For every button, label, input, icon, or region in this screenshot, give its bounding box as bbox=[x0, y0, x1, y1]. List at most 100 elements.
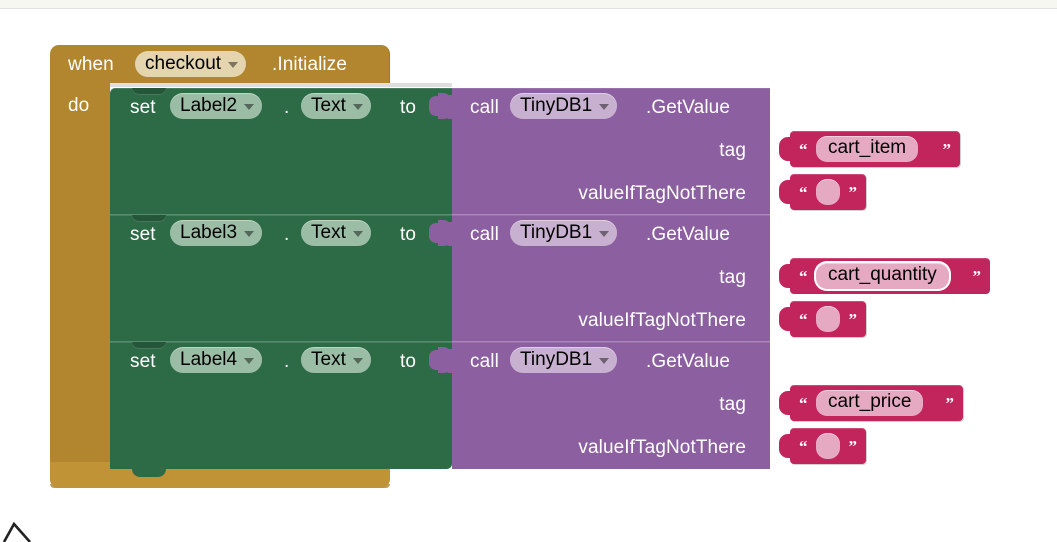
setter-block-row-1[interactable]: set Label3 . Text to bbox=[110, 215, 452, 342]
arg-socket-valueiftagnotthere[interactable] bbox=[747, 179, 770, 205]
call-block-row-1[interactable]: call TinyDB1 .GetValue tag valueIfTagNot… bbox=[442, 215, 770, 342]
setter-property-label: Text bbox=[311, 94, 346, 116]
event-block-mouth-shadow bbox=[110, 83, 452, 87]
setter-keyword-label: set bbox=[130, 351, 156, 372]
setter-to-label: to bbox=[400, 351, 417, 372]
setter-component-label: Label2 bbox=[180, 94, 238, 116]
setter-dot-label: . bbox=[284, 97, 290, 118]
block-left-plug bbox=[442, 349, 453, 373]
quote-open-glyph: “ bbox=[799, 437, 808, 456]
quote-open-glyph: “ bbox=[799, 267, 808, 286]
call-keyword-label: call bbox=[470, 351, 499, 372]
event-component-label: checkout bbox=[145, 52, 222, 74]
block-left-plug bbox=[779, 391, 791, 415]
event-block-header[interactable]: when checkout .Initialize bbox=[50, 45, 390, 83]
event-block-left-spine[interactable] bbox=[50, 75, 110, 470]
call-component-label: TinyDB1 bbox=[520, 221, 593, 243]
block-left-plug bbox=[779, 180, 791, 204]
text-block-default-2[interactable]: “ ” bbox=[779, 428, 866, 464]
call-method-label: .GetValue bbox=[646, 224, 730, 245]
text-value-field-default-2[interactable] bbox=[816, 433, 840, 459]
chevron-down-icon bbox=[352, 358, 363, 364]
text-value-field-tag-1[interactable]: cart_quantity bbox=[816, 263, 949, 289]
text-block-tag-1[interactable]: “ cart_quantity ” bbox=[779, 258, 990, 294]
call-component-label: TinyDB1 bbox=[520, 94, 593, 116]
call-component-label: TinyDB1 bbox=[520, 348, 593, 370]
block-left-plug bbox=[442, 222, 453, 246]
call-block-row-2[interactable]: call TinyDB1 .GetValue tag valueIfTagNot… bbox=[442, 342, 770, 469]
setter-component-dropdown[interactable]: Label4 bbox=[170, 347, 263, 373]
setter-property-dropdown[interactable]: Text bbox=[301, 220, 371, 246]
call-component-dropdown[interactable]: TinyDB1 bbox=[510, 347, 618, 373]
call-component-dropdown[interactable]: TinyDB1 bbox=[510, 220, 618, 246]
event-component-dropdown[interactable]: checkout bbox=[135, 51, 247, 77]
chevron-down-icon bbox=[244, 358, 255, 364]
quote-open-glyph: “ bbox=[799, 310, 808, 329]
text-value-field-tag-2[interactable]: cart_price bbox=[816, 390, 924, 416]
text-block-default-0[interactable]: “ ” bbox=[779, 174, 866, 210]
chevron-down-icon bbox=[352, 104, 363, 110]
arg-socket-valueiftagnotthere[interactable] bbox=[747, 306, 770, 332]
call-keyword-label: call bbox=[470, 97, 499, 118]
text-block-tag-2[interactable]: “ cart_price ” bbox=[779, 385, 963, 421]
block-connector-notch bbox=[132, 88, 166, 95]
event-do-label: do bbox=[68, 95, 90, 116]
arg-socket-tag[interactable] bbox=[747, 136, 770, 162]
setter-keyword-label: set bbox=[130, 97, 156, 118]
setter-dot-label: . bbox=[284, 224, 290, 245]
setter-dot-label: . bbox=[284, 351, 290, 372]
chevron-down-icon bbox=[599, 358, 610, 364]
setter-keyword-label: set bbox=[130, 224, 156, 245]
quote-open-glyph: “ bbox=[799, 183, 808, 202]
setter-property-label: Text bbox=[311, 348, 346, 370]
block-left-plug bbox=[779, 307, 791, 331]
text-value-field-tag-0[interactable]: cart_item bbox=[816, 136, 919, 162]
call-component-dropdown[interactable]: TinyDB1 bbox=[510, 93, 618, 119]
setter-block-row-2[interactable]: set Label4 . Text to bbox=[110, 342, 452, 469]
call-method-label: .GetValue bbox=[646, 351, 730, 372]
setter-property-label: Text bbox=[311, 221, 346, 243]
block-connector-notch bbox=[132, 215, 166, 222]
setter-block-row-0[interactable]: set Label2 . Text to bbox=[110, 88, 452, 215]
setter-component-dropdown[interactable]: Label2 bbox=[170, 93, 263, 119]
setter-property-dropdown[interactable]: Text bbox=[301, 93, 371, 119]
call-method-label: .GetValue bbox=[646, 97, 730, 118]
quote-close-glyph: ” bbox=[848, 183, 858, 202]
event-when-label: when bbox=[68, 54, 114, 75]
text-value-label: cart_item bbox=[828, 137, 907, 158]
quote-close-glyph: ” bbox=[848, 437, 858, 456]
setter-to-label: to bbox=[400, 97, 417, 118]
setter-property-dropdown[interactable]: Text bbox=[301, 347, 371, 373]
text-value-field-default-1[interactable] bbox=[816, 306, 840, 332]
call-arg-tag-label: tag bbox=[719, 267, 746, 288]
blocks-workspace-canvas[interactable]: when checkout .Initialize do set Label2 … bbox=[0, 0, 1057, 542]
arg-socket-valueiftagnotthere[interactable] bbox=[747, 433, 770, 459]
arg-socket-tag[interactable] bbox=[747, 263, 770, 289]
call-arg-valueiftagnotthere-label: valueIfTagNotThere bbox=[578, 310, 746, 331]
setter-component-dropdown[interactable]: Label3 bbox=[170, 220, 263, 246]
quote-close-glyph: ” bbox=[942, 140, 952, 159]
block-left-plug bbox=[779, 137, 791, 161]
text-block-tag-0[interactable]: “ cart_item ” bbox=[779, 131, 960, 167]
call-arg-tag-label: tag bbox=[719, 394, 746, 415]
setter-to-label: to bbox=[400, 224, 417, 245]
quote-open-glyph: “ bbox=[799, 140, 808, 159]
event-name-label: .Initialize bbox=[272, 54, 348, 75]
quote-close-glyph: ” bbox=[848, 310, 858, 329]
block-connector-notch bbox=[132, 342, 166, 349]
text-block-default-1[interactable]: “ ” bbox=[779, 301, 866, 337]
text-value-field-default-0[interactable] bbox=[816, 179, 840, 205]
chevron-down-icon bbox=[244, 104, 255, 110]
call-block-row-0[interactable]: call TinyDB1 .GetValue tag valueIfTagNot… bbox=[442, 88, 770, 215]
chevron-down-icon bbox=[352, 231, 363, 237]
call-arg-tag-label: tag bbox=[719, 140, 746, 161]
setter-component-label: Label4 bbox=[180, 348, 238, 370]
arg-socket-tag[interactable] bbox=[747, 390, 770, 416]
chevron-down-icon bbox=[228, 62, 239, 68]
quote-close-glyph: ” bbox=[972, 267, 982, 286]
quote-open-glyph: “ bbox=[799, 394, 808, 413]
setter-component-label: Label3 bbox=[180, 221, 238, 243]
stack-bottom-connector bbox=[132, 469, 166, 477]
chevron-down-icon bbox=[599, 104, 610, 110]
workspace-top-strip bbox=[0, 0, 1057, 9]
